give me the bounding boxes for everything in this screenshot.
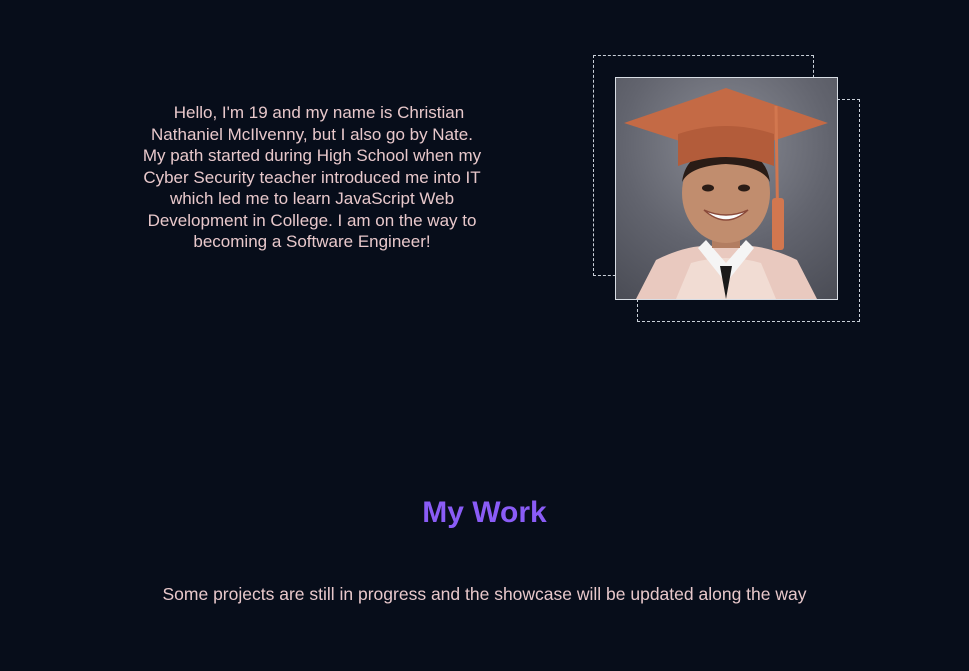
about-bio-text: Hello, I'm 19 and my name is Christian N… xyxy=(142,103,482,251)
my-work-heading: My Work xyxy=(422,496,547,529)
profile-photo xyxy=(615,77,838,300)
my-work-subtitle: Some projects are still in progress and … xyxy=(162,584,807,604)
graduation-portrait-image xyxy=(624,88,828,299)
